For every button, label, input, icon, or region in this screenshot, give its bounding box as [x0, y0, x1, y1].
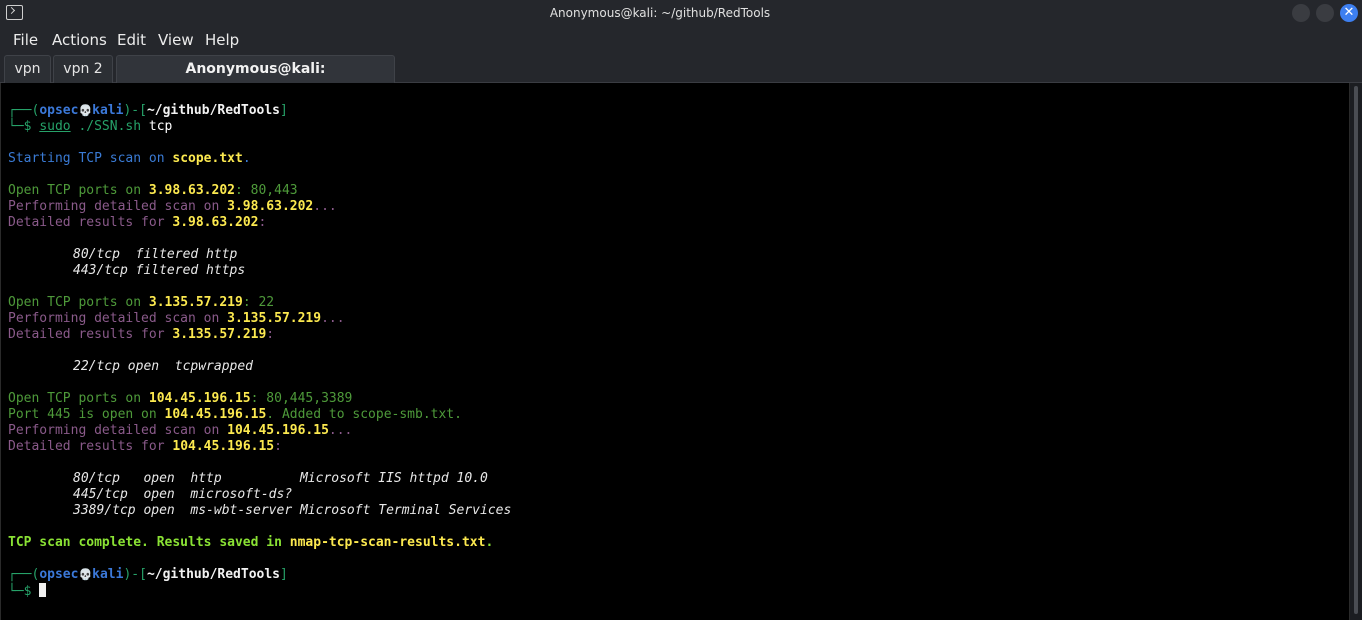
host3-port-row: 445/tcp open microsoft-ds?	[73, 487, 293, 502]
command-input-line[interactable]: └─$	[8, 583, 47, 599]
scrollbar-thumb[interactable]	[1354, 86, 1358, 614]
menu-bar: File Actions Edit View Help	[0, 26, 1362, 54]
host2-detail-scan: Performing detailed scan on 3.135.57.219…	[8, 311, 345, 326]
tab-active-terminal[interactable]: Anonymous@kali: ~/github/RedTools	[116, 55, 395, 104]
tab-vpn[interactable]: vpn	[4, 55, 51, 83]
close-icon: ✕	[1343, 5, 1355, 20]
skull-icon: 💀	[78, 568, 93, 581]
host1-detail-results: Detailed results for 3.98.63.202:	[8, 215, 267, 230]
host1-detail-scan: Performing detailed scan on 3.98.63.202.…	[8, 199, 337, 214]
host1-open-ports: Open TCP ports on 3.98.63.202: 80,443	[8, 183, 298, 198]
scan-start-line: Starting TCP scan on scope.txt.	[8, 151, 251, 166]
host2-detail-results: Detailed results for 3.135.57.219:	[8, 327, 275, 342]
menu-view[interactable]: View	[158, 31, 194, 49]
prompt-line: ┌──(opsec💀kali)-[~/github/RedTools]	[8, 567, 288, 582]
tab-bar: vpn vpn 2 Anonymous@kali: ~/github/RedTo…	[0, 54, 1362, 104]
menu-actions[interactable]: Actions	[52, 31, 107, 49]
host2-open-ports: Open TCP ports on 3.135.57.219: 22	[8, 295, 275, 310]
host3-port-row: 3389/tcp open ms-wbt-server Microsoft Te…	[73, 503, 512, 518]
host3-smb-notice: Port 445 is open on 104.45.196.15. Added…	[8, 407, 462, 422]
host3-open-ports: Open TCP ports on 104.45.196.15: 80,445,…	[8, 391, 353, 406]
scan-complete-line: TCP scan complete. Results saved in nmap…	[8, 535, 494, 550]
title-bar: Anonymous@kali: ~/github/RedTools ✕	[0, 0, 1362, 26]
host3-detail-scan: Performing detailed scan on 104.45.196.1…	[8, 423, 353, 438]
maximize-button[interactable]	[1316, 4, 1334, 22]
host2-port-row: 22/tcp open tcpwrapped	[73, 359, 254, 374]
close-button[interactable]: ✕	[1340, 4, 1358, 22]
host1-port-row: 443/tcp filtered https	[73, 263, 246, 278]
minimize-button[interactable]	[1292, 4, 1310, 22]
command-line: └─$ sudo ./SSN.sh tcp	[8, 119, 173, 134]
window-title: Anonymous@kali: ~/github/RedTools	[549, 6, 771, 20]
host3-port-row: 80/tcp open http Microsoft IIS httpd 10.…	[73, 471, 488, 486]
prompt-line: ┌──(opsec💀kali)-[~/github/RedTools]	[8, 103, 288, 118]
menu-edit[interactable]: Edit	[117, 31, 146, 49]
menu-file[interactable]: File	[13, 31, 38, 49]
text-cursor	[39, 583, 47, 597]
tab-vpn-2[interactable]: vpn 2	[53, 55, 113, 83]
menu-help[interactable]: Help	[205, 31, 239, 49]
host1-port-row: 80/tcp filtered http	[73, 247, 238, 262]
skull-icon: 💀	[78, 104, 93, 117]
host3-detail-results: Detailed results for 104.45.196.15:	[8, 439, 282, 454]
